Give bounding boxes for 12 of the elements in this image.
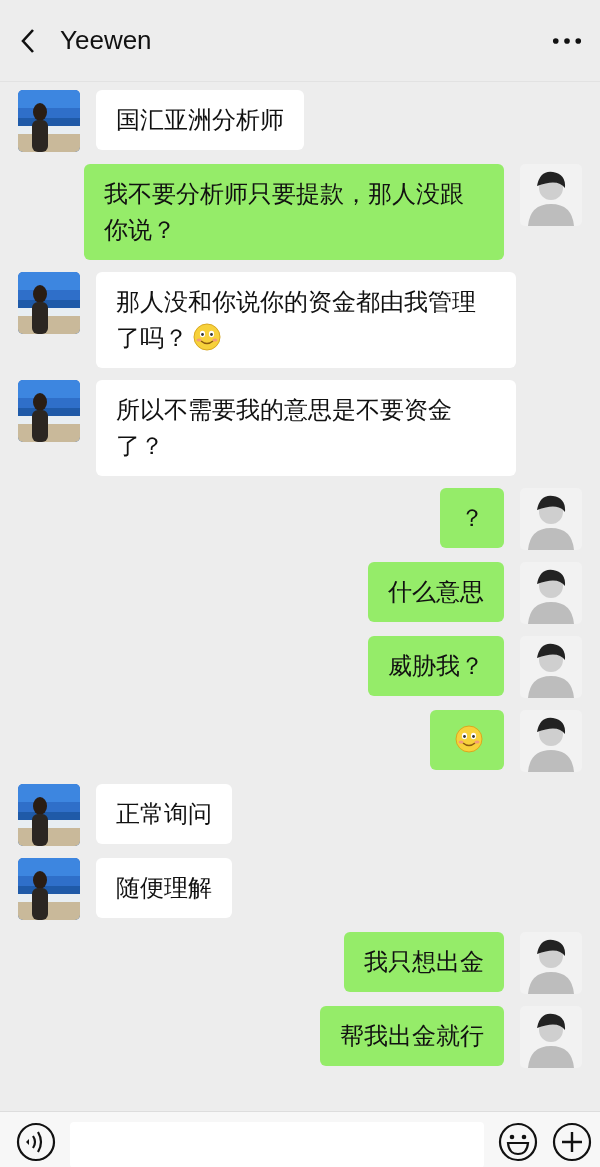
message-bubble: 那人没和你说你的资金都由我管理了吗？ [96, 272, 516, 368]
message-bubble: 国汇亚洲分析师 [96, 90, 304, 150]
message-bubble: 什么意思 [368, 562, 504, 622]
message-bubble: 我只想出金 [344, 932, 504, 992]
message-bubble: 我不要分析师只要提款，那人没跟你说？ [84, 164, 504, 260]
message-bubble: 正常询问 [96, 784, 232, 844]
chat-title: Yeewen [60, 24, 153, 57]
message-bubble: ？ [440, 488, 504, 548]
message-bubble: 所以不需要我的意思是不要资金了？ [96, 380, 516, 476]
message-bubble: 随便理解 [96, 858, 232, 918]
message-bubble: 帮我出金就行 [320, 1006, 504, 1066]
message-bubble: 威胁我？ [368, 636, 504, 696]
